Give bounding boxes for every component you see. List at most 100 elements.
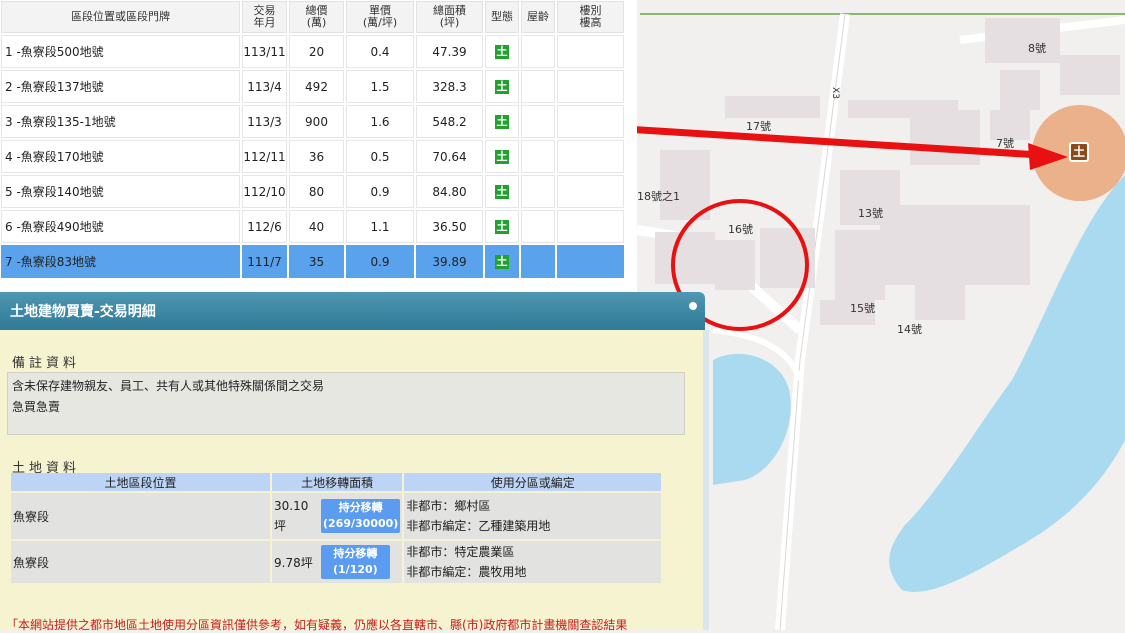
row-age	[521, 105, 555, 138]
remarks-line: 急買急賣	[12, 400, 61, 414]
remarks-section-title: 備註資料	[12, 356, 81, 371]
close-icon[interactable]	[689, 302, 697, 310]
table-row[interactable]: 6 -魚寮段490地號 112/6 40 1.1 36.50 土	[1, 210, 624, 243]
row-unit-price: 1.1	[346, 210, 414, 243]
table-row[interactable]: 5 -魚寮段140地號 112/10 80 0.9 84.80 土	[1, 175, 624, 208]
panel-title: 土地建物買賣-交易明細	[10, 304, 156, 320]
map-label: 18號之1	[637, 190, 680, 203]
land-type-icon: 土	[495, 80, 509, 94]
row-date: 112/10	[242, 175, 287, 208]
land-use-text: 非都市編定：乙種建築用地	[406, 519, 551, 533]
row-type: 土	[485, 245, 519, 278]
row-type: 土	[485, 105, 519, 138]
land-area: 30.10坪	[274, 499, 309, 533]
row-unit-price: 0.9	[346, 175, 414, 208]
map-label: 16號	[728, 223, 753, 236]
share-transfer-badge: 持分移轉 (1/120)	[321, 545, 390, 579]
land-type-icon: 土	[1072, 145, 1085, 159]
row-unit-price: 0.4	[346, 35, 414, 68]
col-header-area[interactable]: 總面積 (坪)	[416, 1, 483, 33]
row-total-price: 900	[289, 105, 344, 138]
row-location: 1 -魚寮段500地號	[1, 35, 240, 68]
row-type: 土	[485, 210, 519, 243]
row-floor	[557, 175, 624, 208]
share-transfer-badge: 持分移轉 (269/30000)	[321, 499, 401, 533]
row-area: 36.50	[416, 210, 483, 243]
zoning-text: 非都市：鄉村區	[406, 499, 491, 513]
row-age	[521, 35, 555, 68]
disclaimer-text: 「本網站提供之都市地區土地使用分區資訊僅供參考，如有疑義，仍應以各直轄市、縣(市…	[6, 618, 628, 632]
row-total-price: 492	[289, 70, 344, 103]
row-location: 2 -魚寮段137地號	[1, 70, 240, 103]
land-type-icon: 土	[495, 255, 509, 269]
map-label: 7號	[996, 137, 1014, 150]
transaction-marker[interactable]: 土	[1069, 142, 1089, 162]
row-location: 3 -魚寮段135-1地號	[1, 105, 240, 138]
map-label: 8號	[1028, 42, 1046, 55]
row-age	[521, 245, 555, 278]
row-type: 土	[485, 70, 519, 103]
row-age	[521, 175, 555, 208]
map-label: 14號	[897, 323, 922, 336]
row-type: 土	[485, 140, 519, 173]
map-label: 17號	[746, 120, 771, 133]
row-unit-price: 1.5	[346, 70, 414, 103]
land-location: 魚寮段	[11, 493, 270, 539]
row-date: 112/6	[242, 210, 287, 243]
row-area: 548.2	[416, 105, 483, 138]
land-col-header-area: 土地移轉面積	[272, 473, 403, 491]
row-area: 39.89	[416, 245, 483, 278]
row-unit-price: 0.9	[346, 245, 414, 278]
row-total-price: 35	[289, 245, 344, 278]
land-area: 9.78坪	[274, 555, 313, 570]
row-date: 113/11	[242, 35, 287, 68]
col-header-unit-price[interactable]: 單價 (萬/坪)	[346, 1, 414, 33]
land-type-icon: 土	[495, 45, 509, 59]
row-date: 111/7	[242, 245, 287, 278]
land-type-icon: 土	[495, 185, 509, 199]
row-total-price: 36	[289, 140, 344, 173]
map-label: 13號	[858, 207, 883, 220]
land-row: 魚寮段 9.78坪 持分移轉 (1/120) 非都市：特定農業區 非都市編定：農…	[11, 541, 662, 583]
remarks-line: 含未保存建物親友、員工、共有人或其他特殊關係間之交易	[12, 379, 325, 393]
land-location: 魚寮段	[11, 541, 270, 583]
col-header-type[interactable]: 型態	[485, 1, 519, 33]
table-row[interactable]: 2 -魚寮段137地號 113/4 492 1.5 328.3 土	[1, 70, 624, 103]
land-type-icon: 土	[495, 115, 509, 129]
row-total-price: 40	[289, 210, 344, 243]
row-unit-price: 0.5	[346, 140, 414, 173]
row-date: 113/4	[242, 70, 287, 103]
row-type: 土	[485, 175, 519, 208]
panel-header[interactable]: 土地建物買賣-交易明細	[0, 292, 705, 330]
col-header-total-price[interactable]: 總價 (萬)	[289, 1, 344, 33]
row-age	[521, 140, 555, 173]
row-total-price: 80	[289, 175, 344, 208]
land-col-header-location: 土地區段位置	[11, 473, 270, 491]
col-header-location[interactable]: 區段位置或區段門牌	[1, 1, 240, 33]
row-floor	[557, 140, 624, 173]
map-label: 15號	[850, 302, 875, 315]
row-type: 土	[485, 35, 519, 68]
table-row[interactable]: 4 -魚寮段170地號 112/11 36 0.5 70.64 土	[1, 140, 624, 173]
col-header-floor[interactable]: 樓別 樓高	[557, 1, 624, 33]
transaction-table-panel: 區段位置或區段門牌 交易 年月 總價 (萬) 單價 (萬/坪) 總面積 (坪) 型態 屋…	[0, 0, 637, 292]
row-floor	[557, 245, 624, 278]
col-header-age[interactable]: 屋齡	[521, 1, 555, 33]
land-table: 土地區段位置 土地移轉面積 使用分區或編定 魚寮段 30.10坪 持分移轉 (2…	[9, 471, 663, 585]
table-row[interactable]: 7 -魚寮段83地號 111/7 35 0.9 39.89 土	[1, 245, 624, 278]
row-age	[521, 70, 555, 103]
zoning-text: 非都市：特定農業區	[406, 545, 515, 559]
row-area: 47.39	[416, 35, 483, 68]
row-area: 70.64	[416, 140, 483, 173]
row-location: 4 -魚寮段170地號	[1, 140, 240, 173]
row-location: 5 -魚寮段140地號	[1, 175, 240, 208]
table-row[interactable]: 3 -魚寮段135-1地號 113/3 900 1.6 548.2 土	[1, 105, 624, 138]
row-floor	[557, 105, 624, 138]
row-floor	[557, 35, 624, 68]
col-header-date[interactable]: 交易 年月	[242, 1, 287, 33]
land-type-icon: 土	[495, 150, 509, 164]
map-road-label: X3	[829, 87, 840, 99]
table-row[interactable]: 1 -魚寮段500地號 113/11 20 0.4 47.39 土	[1, 35, 624, 68]
row-area: 328.3	[416, 70, 483, 103]
land-col-header-zoning: 使用分區或編定	[404, 473, 662, 491]
